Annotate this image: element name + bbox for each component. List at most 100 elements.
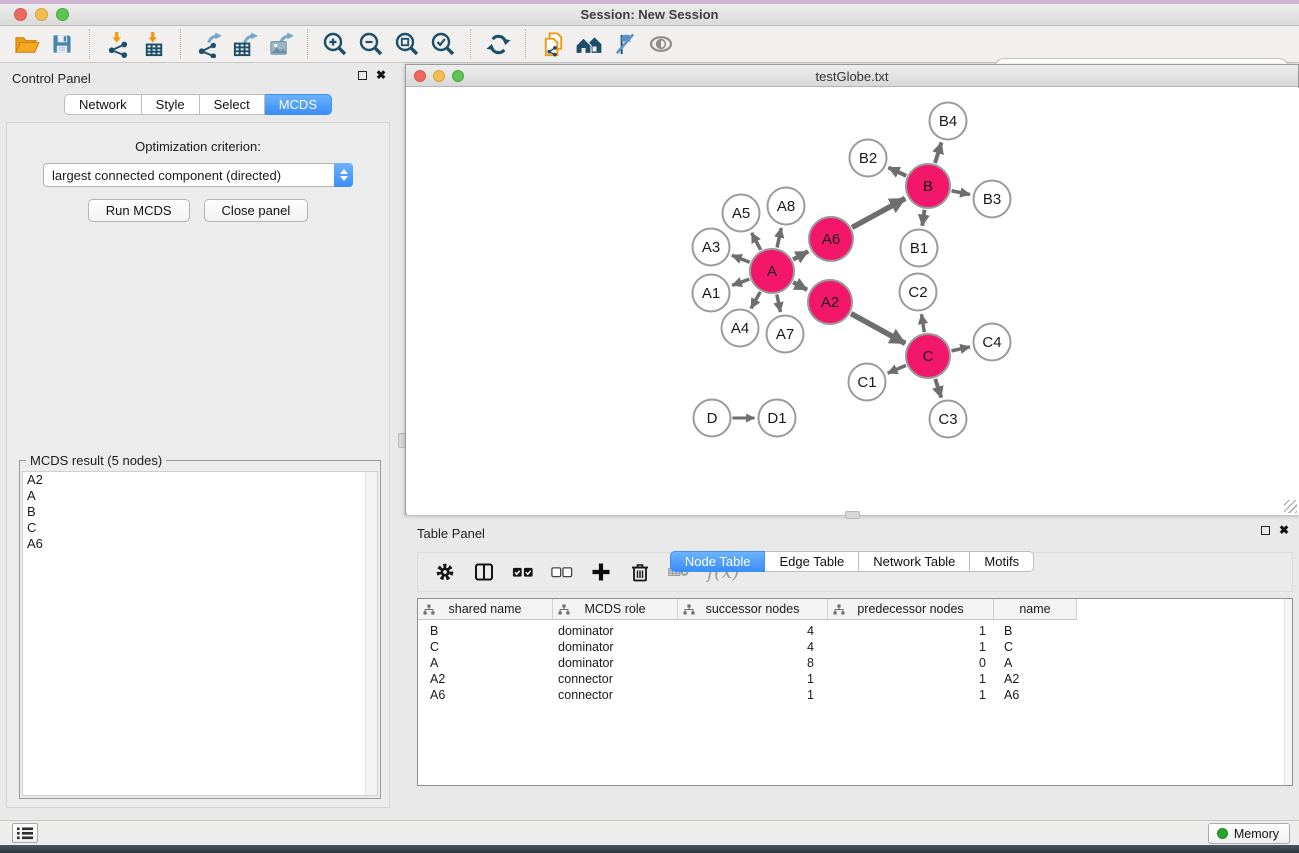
graph-node-A7[interactable]: A7 — [767, 316, 804, 353]
svg-text:C: C — [923, 348, 934, 365]
graph-edge-A-A6[interactable] — [793, 251, 808, 259]
float-table-panel-icon[interactable] — [1261, 526, 1270, 535]
application-window: Session: New Session Control Panel — [0, 0, 1299, 853]
table-tab-motifs[interactable]: Motifs — [970, 551, 1034, 572]
close-panel-button[interactable]: Close panel — [204, 199, 309, 222]
graph-edge-B-B3[interactable] — [952, 191, 970, 195]
graph-edge-A-A4[interactable] — [751, 292, 760, 308]
graph-node-A1[interactable]: A1 — [693, 275, 730, 312]
optimization-criterion-label: Optimization criterion: — [7, 139, 389, 154]
export-image-icon[interactable] — [265, 29, 295, 59]
graph-node-B[interactable]: B — [906, 164, 950, 208]
table-tab-edge-table[interactable]: Edge Table — [765, 551, 859, 572]
horizontal-splitter-grip[interactable] — [845, 511, 860, 519]
run-mcds-button[interactable]: Run MCDS — [88, 199, 190, 222]
graph-node-A[interactable]: A — [750, 249, 794, 293]
toolbar-separator — [180, 29, 181, 59]
zoom-out-icon[interactable] — [356, 29, 386, 59]
task-history-button[interactable] — [12, 823, 38, 843]
result-list-scrollbar[interactable] — [365, 472, 377, 795]
import-network-icon[interactable] — [102, 29, 132, 59]
graph-edge-A6-B[interactable] — [852, 198, 905, 227]
table-tab-network-table[interactable]: Network Table — [859, 551, 970, 572]
graph-nodes: B4 B2 B B3 A8A5 A6 B1 A3 A A1 C2 A2 A4 A7 C4 C C1 C3 D D1 — [693, 103, 1011, 438]
graph-node-B2[interactable]: B2 — [850, 140, 887, 177]
home-icon[interactable] — [574, 29, 604, 59]
graph-node-B3[interactable]: B3 — [974, 181, 1011, 218]
graph-node-D1[interactable]: D1 — [759, 400, 796, 437]
zoom-in-icon[interactable] — [320, 29, 350, 59]
tab-select[interactable]: Select — [200, 94, 265, 115]
graph-node-C[interactable]: C — [906, 334, 950, 378]
graph-node-A2[interactable]: A2 — [808, 280, 852, 324]
refresh-layout-icon[interactable] — [483, 29, 513, 59]
graph-edge-A-A2[interactable] — [793, 282, 807, 289]
show-hidden-eye-icon[interactable] — [646, 29, 676, 59]
table-tab-node-table[interactable]: Node Table — [670, 551, 766, 572]
graph-edge-A-A1[interactable] — [732, 279, 749, 285]
graph-node-B1[interactable]: B1 — [901, 230, 938, 267]
tab-mcds[interactable]: MCDS — [265, 94, 332, 115]
svg-text:B3: B3 — [983, 191, 1001, 208]
graph-edge-A-A7[interactable] — [777, 295, 781, 312]
close-table-panel-icon[interactable]: ✖ — [1279, 525, 1289, 536]
svg-text:A7: A7 — [776, 326, 794, 343]
import-table-icon[interactable] — [138, 29, 168, 59]
export-network-icon[interactable] — [193, 29, 223, 59]
graph-node-C2[interactable]: C2 — [900, 274, 937, 311]
toolbar-separator — [89, 29, 90, 59]
close-panel-icon[interactable]: ✖ — [376, 70, 386, 81]
network-window-title: testGlobe.txt — [406, 69, 1298, 84]
zoom-fit-icon[interactable] — [392, 29, 422, 59]
svg-text:D1: D1 — [767, 410, 786, 427]
table-panel-title: Table Panel — [417, 526, 485, 541]
graph-node-A5[interactable]: A5 — [723, 195, 760, 232]
graph-edge-C-C2[interactable] — [921, 314, 924, 332]
graph-edge-A-A5[interactable] — [752, 233, 761, 250]
zoom-selected-icon[interactable] — [428, 29, 458, 59]
list-icon — [17, 827, 33, 840]
graph-edge-A2-C[interactable] — [851, 314, 905, 344]
mcds-result-item[interactable]: B — [23, 504, 377, 520]
toolbar-separator — [470, 29, 471, 59]
graph-edge-C-C4[interactable] — [951, 347, 970, 351]
mcds-result-item[interactable]: C — [23, 520, 377, 536]
network-canvas[interactable]: B4 B2 B B3 A8A5 A6 B1 A3 A A1 C2 A2 A4 A7 C4 C C1 C3 D D1 — [407, 88, 1299, 515]
graph-node-A8[interactable]: A8 — [768, 188, 805, 225]
graph-edge-C-C3[interactable] — [935, 379, 941, 398]
graph-node-B4[interactable]: B4 — [930, 103, 967, 140]
memory-button[interactable]: Memory — [1208, 823, 1290, 844]
svg-text:B4: B4 — [939, 113, 957, 130]
tab-network[interactable]: Network — [64, 94, 142, 115]
graph-node-A6[interactable]: A6 — [809, 217, 853, 261]
graph-node-C4[interactable]: C4 — [974, 324, 1011, 361]
duplicate-network-icon[interactable] — [538, 29, 568, 59]
float-panel-icon[interactable] — [358, 71, 367, 80]
mcds-result-item[interactable]: A6 — [23, 536, 377, 552]
graph-node-C3[interactable]: C3 — [930, 401, 967, 438]
graph-edge-A-A8[interactable] — [777, 228, 781, 248]
criterion-dropdown-value: largest connected component (directed) — [44, 168, 334, 183]
graph-edge-C-C1[interactable] — [888, 365, 906, 373]
mcds-result-item[interactable]: A — [23, 488, 377, 504]
window-resize-grip[interactable] — [1284, 500, 1297, 513]
mcds-result-item[interactable]: A2 — [23, 472, 377, 488]
tab-style[interactable]: Style — [142, 94, 200, 115]
svg-text:A3: A3 — [702, 239, 720, 256]
mcds-result-box: MCDS result (5 nodes) A2ABCA6 — [19, 460, 381, 799]
graph-node-C1[interactable]: C1 — [849, 364, 886, 401]
graph-node-D[interactable]: D — [694, 400, 731, 437]
hide-flagged-icon[interactable] — [610, 29, 640, 59]
graph-edge-A-A3[interactable] — [732, 255, 750, 262]
export-table-icon[interactable] — [229, 29, 259, 59]
svg-text:A4: A4 — [731, 320, 749, 337]
open-file-icon[interactable] — [11, 29, 41, 59]
criterion-dropdown[interactable]: largest connected component (directed) — [43, 163, 353, 187]
graph-edge-B-B1[interactable] — [922, 210, 924, 226]
save-session-icon[interactable] — [47, 29, 77, 59]
memory-status-icon — [1217, 828, 1228, 839]
graph-edge-B-B4[interactable] — [935, 143, 941, 164]
graph-node-A3[interactable]: A3 — [693, 229, 730, 266]
graph-edge-B-B2[interactable] — [888, 168, 906, 176]
graph-node-A4[interactable]: A4 — [722, 310, 759, 347]
